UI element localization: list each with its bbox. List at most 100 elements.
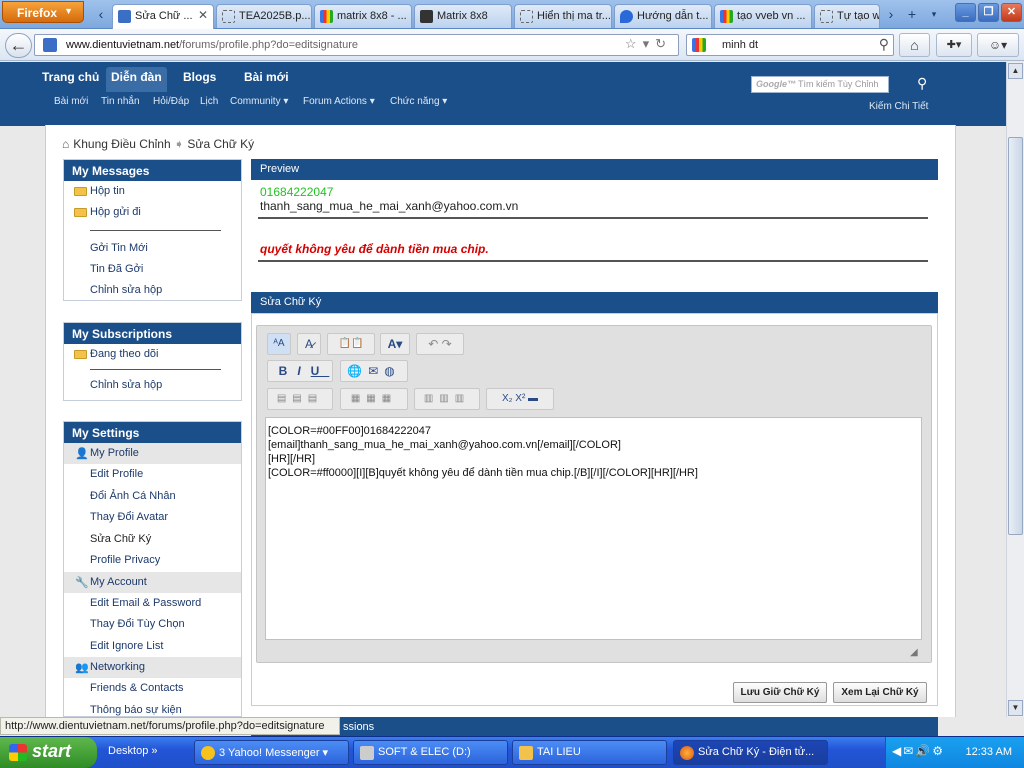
google-icon[interactable] [692,38,706,52]
task-soft-elec-drive[interactable]: SOFT & ELEC (D:) [353,740,508,765]
page-icon [520,10,533,23]
breadcrumb-separator-icon: ➧ [174,137,185,151]
nav-blogs[interactable]: Blogs [178,69,221,85]
site-search-input[interactable]: Google™ Tìm kiếm Tùy Chỉnh [751,76,889,93]
task-yahoo-messenger[interactable]: 3 Yahoo! Messenger ▾ [194,740,349,765]
sidebar-item-friends-contacts[interactable]: Friends & Contacts [64,678,241,700]
tab-tao-web-vn[interactable]: tạo vveb vn ... [714,4,812,28]
sidebar-item-send-message[interactable]: Gởi Tin Mới [64,238,241,259]
tab-sua-chu-ky[interactable]: Sửa Chữ ... ✕ [112,4,214,29]
alignment-icons[interactable]: ▤▤▤ [267,388,333,410]
subnav-calendar[interactable]: Lịch [200,96,218,107]
subnav-messages[interactable]: Tin nhắn [101,96,140,107]
subscript-superscript-hr-icons[interactable]: X₂ X² ▬ [486,388,554,410]
breadcrumb-root[interactable]: Khung Điều Chỉnh [73,137,170,151]
sidebar-item-edit-signature[interactable]: Sửa Chữ Ký [64,529,241,551]
preview-signature-button[interactable]: Xem Lại Chữ Ký [833,682,927,703]
nav-forum[interactable]: Diễn đàn [106,67,167,92]
advanced-search-link[interactable]: Kiếm Chi Tiết [869,101,928,112]
undo-redo-icon[interactable]: ↶ ↷ [416,333,464,355]
tab-matrix-8x8-google[interactable]: matrix 8x8 - ... [314,4,412,28]
sidebar-item-sent[interactable]: Hộp gửi đi [64,202,241,223]
subnav-community[interactable]: Community ▾ [230,96,288,107]
page-icon [820,10,833,23]
list-icons[interactable]: ▦▦▦ [340,388,408,410]
sidebar-item-edit-ignore-list[interactable]: Edit Ignore List [64,636,241,658]
link-email-image-icons[interactable]: 🌐✉◍ [340,360,408,382]
sidebar-item-event-notifications[interactable]: Thông báo sự kiện [64,700,241,717]
close-tab-icon[interactable]: ✕ [198,8,208,22]
nav-home[interactable]: Trang chủ [37,69,104,85]
resize-grip-icon[interactable]: ◢ [910,647,918,658]
close-window-icon[interactable]: ✕ [1001,3,1022,22]
tab-tea2025b[interactable]: TEA2025B.p... [216,4,312,28]
sidebar-item-edit-subscriptions[interactable]: Chỉnh sửa hộp [64,375,241,396]
minimize-window-icon[interactable]: _ [955,3,976,22]
chevron-icon: » [151,745,158,757]
site-search-icon[interactable]: ⚲ [917,75,927,92]
list-tabs-icon[interactable]: ▾ [925,5,943,23]
search-icon[interactable]: ⚲ [879,36,889,53]
scroll-up-icon[interactable]: ▲ [1008,63,1023,79]
new-tab-icon[interactable]: + [903,5,921,23]
signature-editor-textarea[interactable]: [COLOR=#00FF00]01684222047 [email]thanh_… [265,417,922,640]
scroll-thumb[interactable] [1008,137,1023,535]
save-signature-button[interactable]: Lưu Giữ Chữ Ký [733,682,827,703]
preview-panel-heading: Preview [251,159,938,180]
tab-hien-thi-ma-tran[interactable]: Hiển thị ma tr... [514,4,612,28]
tab-scroll-right-icon[interactable]: › [882,5,900,23]
url-text: www.dientuvietnam.net/forums/profile.php… [66,39,358,51]
subnav-functions[interactable]: Chức năng ▾ [390,96,447,107]
tab-huong-dan[interactable]: Hướng dẫn t... [614,4,712,28]
remove-format-icon[interactable]: A̷ [297,333,321,355]
sidebar-item-change-options[interactable]: Thay Đổi Tùy Chọn [64,614,241,636]
bookmark-star-icon[interactable]: ☆▾↻ [625,36,672,52]
folder-icon [74,208,87,217]
desktop-toolbar[interactable]: Desktop » [108,745,158,757]
sidebar-item-change-photo[interactable]: Đổi Ảnh Cá Nhân [64,486,241,508]
sidebar-item-inbox[interactable]: Hộp tin [64,181,241,202]
home-icon[interactable]: ⌂ [62,137,69,151]
sidebar-item-change-avatar[interactable]: Thay Đổi Avatar [64,507,241,529]
nav-new-posts[interactable]: Bài mới [239,69,294,85]
home-icon[interactable]: ⌂ [899,33,930,57]
tray-icons[interactable]: ◀✉🔊⚙ [892,744,945,758]
bookmarks-menu-icon[interactable]: ✚▾ [936,33,972,57]
sidebar-heading: My Subscriptions [64,323,241,344]
restore-window-icon[interactable]: ❐ [978,3,999,22]
chip-icon [420,10,433,23]
site-identity-icon[interactable] [43,38,57,52]
page-scrollbar[interactable]: ▲ ▼ [1006,62,1024,717]
firefox-label: Firefox [17,6,58,20]
sidebar-item-following[interactable]: Đang theo dõi [64,344,241,365]
bold-italic-underline-icons[interactable]: BIU [267,360,333,382]
url-bar[interactable]: www.dientuvietnam.net/forums/profile.php… [34,34,679,56]
firefox-menu-button[interactable]: Firefox ▼ [2,1,84,23]
sidebar-item-edit-folders[interactable]: Chỉnh sửa hộp [64,280,241,301]
subnav-faq[interactable]: Hỏi/Đáp [153,96,189,107]
wysiwyg-toggle-icon[interactable]: ᴬA [267,333,291,355]
user-icon: 👤 [75,448,89,460]
subnav-new-posts[interactable]: Bài mới [54,96,88,107]
sidebar-item-sent-messages[interactable]: Tin Đã Gởi [64,259,241,280]
subnav-forum-actions[interactable]: Forum Actions ▾ [303,96,375,107]
sidebar-item-edit-email-password[interactable]: Edit Email & Password [64,593,241,615]
task-firefox-window[interactable]: Sửa Chữ Ký - Điện tử... [673,740,828,765]
sidebar-item-edit-profile[interactable]: Edit Profile [64,464,241,486]
scroll-down-icon[interactable]: ▼ [1008,700,1023,716]
tab-scroll-left-icon[interactable]: ‹ [92,5,110,23]
task-tai-lieu-folder[interactable]: TAI LIEU [512,740,667,765]
preview-rule [258,260,928,262]
tab-tu-tao-web[interactable]: Tự tạo w [814,4,880,28]
sidebar-item-profile-privacy[interactable]: Profile Privacy [64,550,241,572]
font-size-icon[interactable]: A▾ [380,333,410,355]
browser-search-bar[interactable]: minh dt ⚲ [686,34,894,56]
indent-icons[interactable]: ▥▥▥ [414,388,480,410]
paste-text-icon[interactable]: 📋📋 [327,333,375,355]
addon-icon[interactable]: ☺▾ [977,33,1019,57]
folder-icon [519,746,533,760]
start-button[interactable]: start [0,737,97,768]
tab-matrix-8x8[interactable]: Matrix 8x8 [414,4,512,28]
preview-email-link[interactable]: thanh_sang_mua_he_mai_xanh@yahoo.com.vn [260,199,518,213]
back-button[interactable]: ← [5,33,32,58]
